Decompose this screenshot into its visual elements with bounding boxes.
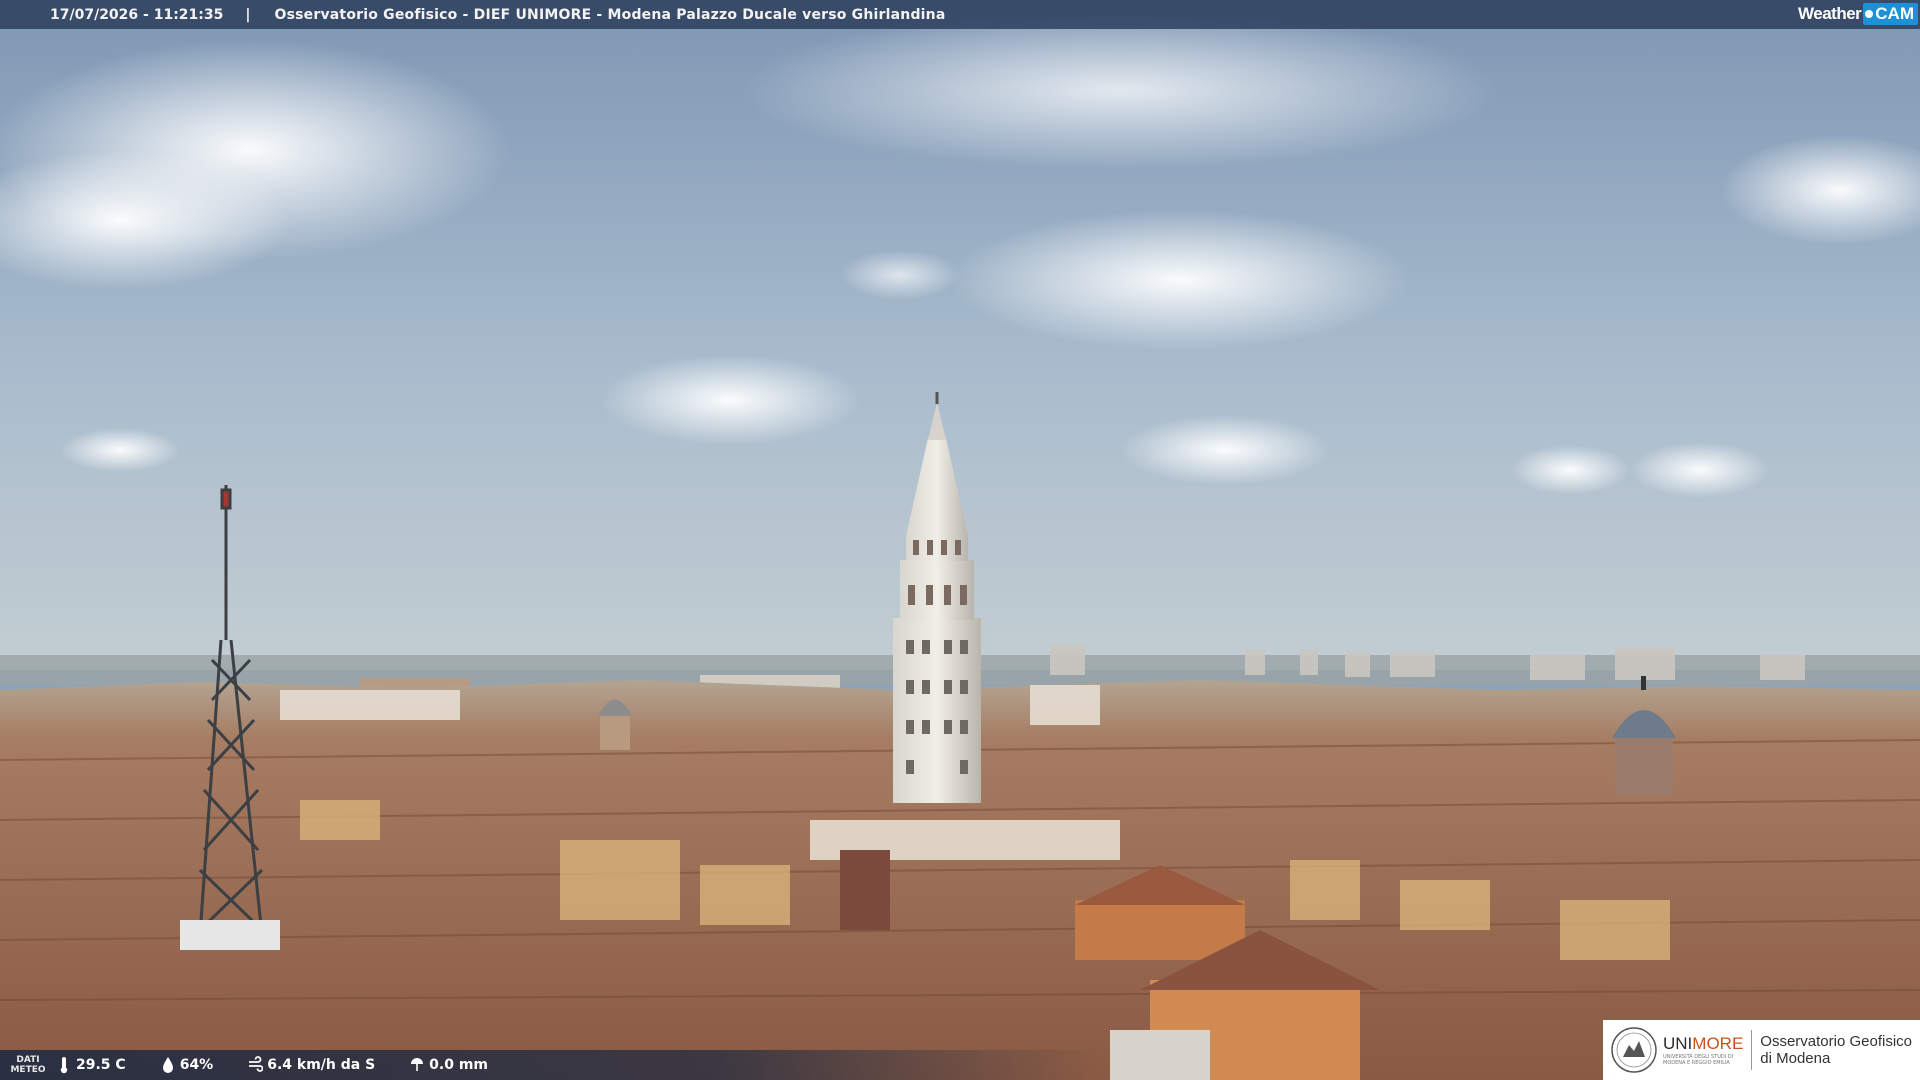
caption-bar: 17/07/2026 - 11:21:35 | Osservatorio Geo… [0,0,1920,29]
university-name-suffix: MORE [1692,1034,1744,1053]
thermometer-icon [60,1057,68,1074]
university-name-prefix: UNI [1663,1034,1693,1053]
wind-icon [249,1056,264,1072]
camera-title: Osservatorio Geofisico - DIEF UNIMORE - … [274,6,946,23]
webcam-photo [0,0,1920,1080]
weather-label-line1: DATI [16,1055,40,1065]
weathercam-logo: Weather CAM [1798,3,1918,25]
university-seal-icon [1611,1027,1657,1073]
observatory-name: Osservatorio Geofisico di Modena [1760,1033,1912,1067]
humidity-value: 64% [179,1057,214,1073]
caption-separator: | [245,6,251,23]
rain-gauge-icon [411,1058,424,1071]
humidity-readout: 64% [160,1056,214,1074]
rain-readout: 0.0 mm [409,1056,488,1074]
cam-dot-icon [1865,10,1874,18]
brand-cam: CAM [1863,3,1918,25]
humidity-drop-icon [162,1057,173,1073]
weather-data-bar: DATI METEO 29.5 C 64% 6.4 km/h da S 0.0 … [0,1050,1100,1080]
wind-readout: 6.4 km/h da S [247,1056,375,1074]
observatory-line2: di Modena [1760,1050,1831,1067]
university-sub2: MODENA E REGGIO EMILIA [1663,1060,1730,1066]
weather-label: DATI METEO [0,1055,56,1075]
unimore-logo: UNIMORE UNIVERSITÀ DEGLI STUDI DI MODENA… [1603,1020,1920,1080]
wind-value: 6.4 km/h da S [267,1057,376,1073]
observatory-line1: Osservatorio Geofisico [1760,1033,1913,1050]
brand-weather: Weather [1798,4,1862,23]
logo-divider [1751,1030,1753,1070]
temperature-value: 29.5 C [76,1057,126,1073]
university-name: UNIMORE [1663,1034,1743,1054]
temperature-readout: 29.5 C [56,1056,126,1074]
brand-cam-text: CAM [1875,4,1914,23]
university-name-block: UNIMORE UNIVERSITÀ DEGLI STUDI DI MODENA… [1663,1034,1743,1066]
weather-label-line2: METEO [10,1065,46,1075]
timestamp: 17/07/2026 - 11:21:35 [50,6,224,23]
rain-value: 0.0 mm [429,1057,489,1073]
